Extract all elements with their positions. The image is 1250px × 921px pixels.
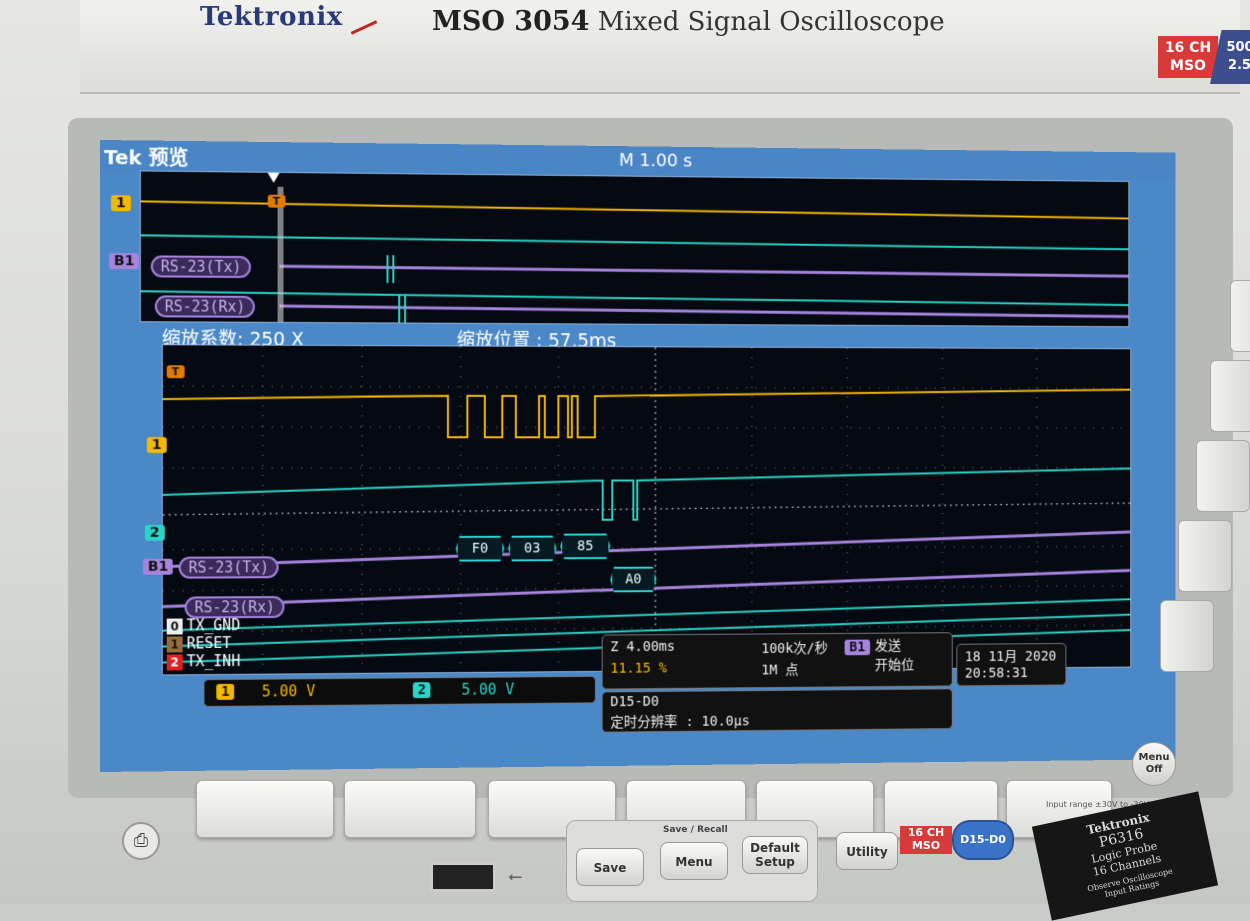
print-icon[interactable]: ⎙ bbox=[122, 822, 160, 860]
digital-d2-code: 2 bbox=[167, 654, 183, 670]
bottom-menu-button-2[interactable] bbox=[344, 780, 476, 838]
trigger-event: 开始位 bbox=[875, 655, 914, 675]
model-title: MSO 3054 Mixed Signal Oscilloscope bbox=[432, 6, 945, 37]
zoom-time: Z 4.00ms bbox=[610, 639, 675, 655]
bus-marker: B1 bbox=[143, 559, 173, 575]
model-number: MSO 3054 bbox=[432, 6, 589, 37]
menu-button[interactable]: Menu bbox=[660, 842, 728, 880]
save-button[interactable]: Save bbox=[576, 848, 644, 886]
side-menu-button-4[interactable] bbox=[1178, 520, 1232, 592]
date: 18 11月 2020 bbox=[965, 646, 1057, 666]
16ch-mso-label: 16 CHMSO bbox=[900, 826, 952, 854]
tektronix-logo: Tektronix bbox=[200, 2, 343, 32]
scope-display: Tek 预览 M 1.00 s 1 T B1 RS-23(Tx) RS-23(R… bbox=[100, 140, 1175, 772]
side-menu-button-1[interactable] bbox=[1230, 280, 1250, 352]
timing-resolution: 定时分辨率 : 10.0µs bbox=[610, 711, 749, 732]
badge-channels: 16 CH bbox=[1158, 39, 1218, 57]
ch1-scale-id: 1 bbox=[216, 684, 234, 700]
digital-range: D15-D0 bbox=[610, 694, 659, 710]
sample-rate: 100k次/秒 bbox=[761, 638, 827, 658]
bus-rx-label: RS-23(Rx) bbox=[185, 596, 285, 618]
trigger-type: 发送 bbox=[875, 635, 901, 655]
decoded-tx-byte: 03 bbox=[508, 536, 556, 562]
bus-rx-label-overview: RS-23(Rx) bbox=[155, 295, 255, 317]
default-setup-button[interactable]: Default Setup bbox=[742, 836, 808, 874]
digital-d0-label: TX_GND bbox=[187, 616, 241, 634]
ch2-scale: 5.00 V bbox=[462, 680, 515, 698]
save-recall-label: Save / Recall bbox=[663, 825, 728, 835]
menu-off-button[interactable]: MenuOff bbox=[1132, 742, 1176, 786]
utility-button[interactable]: Utility bbox=[836, 832, 898, 870]
trigger-marker: T bbox=[167, 365, 184, 378]
bus-marker-overview: B1 bbox=[109, 253, 139, 269]
timebase-readout: M 1.00 s bbox=[619, 150, 692, 171]
badge-sample-rate: 2.5 GS/s bbox=[1210, 57, 1250, 75]
badge-mso: MSO bbox=[1158, 57, 1218, 75]
ch1-marker-overview: 1 bbox=[111, 195, 131, 211]
digital-d1-code: 1 bbox=[167, 636, 183, 652]
horizontal-readout: Z 4.00ms 11.15 % 100k次/秒 1M 点 B1 发送 开始位 bbox=[602, 632, 953, 689]
model-description: Mixed Signal Oscilloscope bbox=[598, 7, 945, 37]
bus-tx-label: RS-23(Tx) bbox=[179, 556, 279, 578]
branding-bar: Tektronix MSO 3054 Mixed Signal Oscillos… bbox=[80, 0, 1240, 94]
logo-slash-mark bbox=[351, 20, 378, 35]
bottom-menu-button-1[interactable] bbox=[196, 780, 334, 838]
ch2-scale-id: 2 bbox=[413, 682, 431, 698]
digital-d2-label: TX_INH bbox=[187, 652, 241, 670]
channel-scale-bar: 1 5.00 V 2 5.00 V bbox=[203, 676, 595, 707]
trigger-position: 11.15 % bbox=[610, 661, 667, 677]
decoded-tx-byte: F0 bbox=[456, 536, 505, 562]
overview-traces bbox=[141, 171, 1128, 326]
decoded-tx-byte: 85 bbox=[560, 533, 610, 559]
display-tek-logo: Tek 预览 bbox=[104, 141, 188, 171]
overview-window: 1 T B1 RS-23(Tx) RS-23(Rx) bbox=[140, 170, 1129, 327]
side-menu-button-3[interactable] bbox=[1196, 440, 1250, 512]
record-length: 1M 点 bbox=[761, 660, 798, 680]
date-time: 18 11月 2020 20:58:31 bbox=[956, 643, 1066, 686]
side-menu-button-2[interactable] bbox=[1210, 360, 1250, 432]
bus-tx-label-overview: RS-23(Tx) bbox=[151, 255, 251, 278]
acq-mode: 预览 bbox=[149, 146, 189, 170]
ch2-marker: 2 bbox=[145, 525, 165, 541]
usb-icon: ⭠ bbox=[508, 866, 522, 887]
trigger-marker-overview: T bbox=[268, 195, 285, 208]
channel-badge: 16 CH MSO bbox=[1158, 36, 1218, 78]
digital-readout: D15-D0 定时分辨率 : 10.0µs bbox=[602, 688, 953, 732]
trigger-source: B1 bbox=[845, 640, 870, 656]
ch1-marker: 1 bbox=[147, 437, 167, 453]
ch1-scale: 5.00 V bbox=[262, 682, 315, 700]
d15-d0-button[interactable]: D15-D0 bbox=[952, 820, 1014, 860]
default-setup-line2: Setup bbox=[743, 855, 807, 869]
decoded-rx-byte: A0 bbox=[610, 567, 656, 593]
side-menu-button-5[interactable] bbox=[1160, 600, 1214, 672]
zoom-graticule bbox=[163, 345, 1130, 674]
zoom-window: T 1 2 B1 RS-23(Tx) RS-23(Rx) F0 03 85 A0… bbox=[162, 344, 1131, 675]
digital-d1-label: RESET bbox=[187, 634, 232, 652]
usb-port bbox=[430, 862, 496, 892]
time: 20:58:31 bbox=[965, 665, 1028, 681]
digital-d0-code: 0 bbox=[167, 618, 183, 634]
default-setup-line1: Default bbox=[743, 841, 807, 855]
